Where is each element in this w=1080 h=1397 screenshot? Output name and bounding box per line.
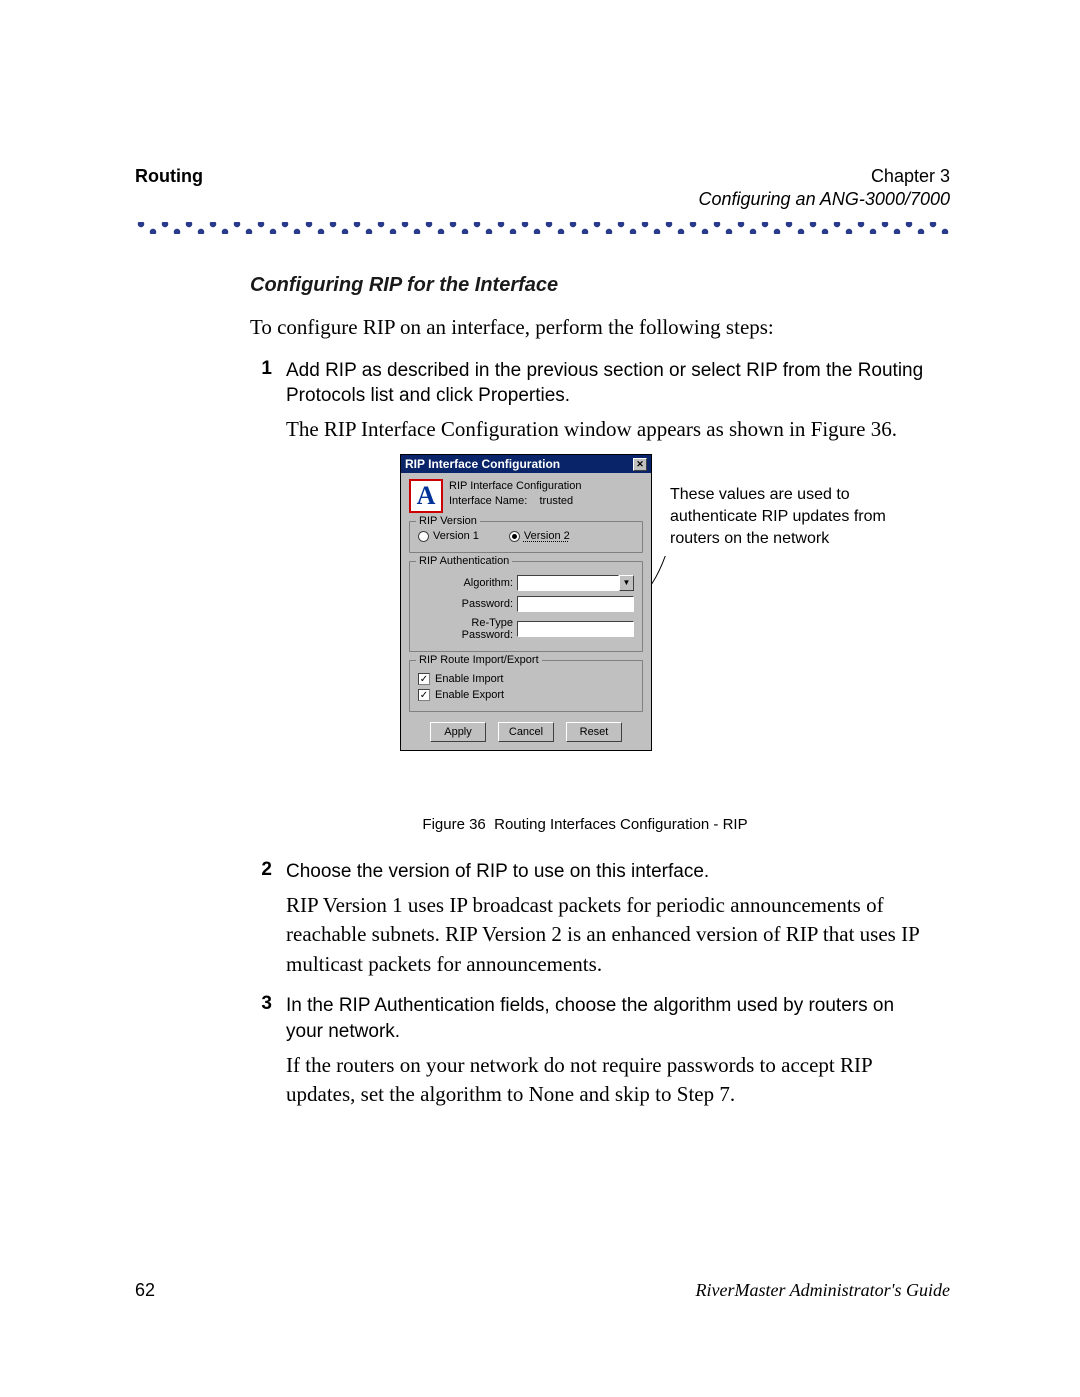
checkbox-label: Enable Import xyxy=(435,673,503,685)
password-label: Password: xyxy=(418,598,513,610)
figure-number: Figure 36 xyxy=(422,816,485,833)
step-1: 1 Add RIP as described in the previous s… xyxy=(250,358,950,445)
group-route-import-export: RIP Route Import/Export ✓ Enable Import … xyxy=(409,660,643,712)
group-rip-authentication: RIP Authentication Algorithm: ▼ Password… xyxy=(409,561,643,652)
checkbox-icon: ✓ xyxy=(418,689,430,701)
radio-label: Version 1 xyxy=(433,530,479,542)
page-number: 62 xyxy=(135,1280,155,1301)
interface-name-value: trusted xyxy=(540,495,574,507)
intro-text: To configure RIP on an interface, perfor… xyxy=(250,315,950,340)
step-description: The RIP Interface Configuration window a… xyxy=(286,415,926,444)
figure-caption: Figure 36 Routing Interfaces Configurati… xyxy=(250,816,920,833)
chapter-subtitle: Configuring an ANG-3000/7000 xyxy=(699,188,951,211)
radio-version-1[interactable]: Version 1 xyxy=(418,530,479,542)
algorithm-combo[interactable] xyxy=(517,575,619,591)
section-title: Configuring RIP for the Interface xyxy=(250,274,950,297)
close-icon[interactable]: ✕ xyxy=(633,458,647,471)
checkbox-enable-export[interactable]: ✓ Enable Export xyxy=(418,689,634,701)
chevron-down-icon[interactable]: ▼ xyxy=(619,575,634,591)
radio-icon xyxy=(509,531,520,542)
step-list-continued: 2 Choose the version of RIP to use on th… xyxy=(250,859,950,1109)
chapter-label: Chapter 3 xyxy=(699,165,951,188)
algorithm-label: Algorithm: xyxy=(418,577,513,589)
step-instruction: In the RIP Authentication fields, choose… xyxy=(286,993,926,1044)
step-2: 2 Choose the version of RIP to use on th… xyxy=(250,859,950,979)
reset-button[interactable]: Reset xyxy=(566,722,622,742)
header-section-name: Routing xyxy=(135,165,203,212)
step-instruction: Choose the version of RIP to use on this… xyxy=(286,859,926,885)
page: Routing Chapter 3 Configuring an ANG-300… xyxy=(0,0,1080,1397)
dialog-title-text: RIP Interface Configuration xyxy=(405,457,560,471)
page-footer: 62 RiverMaster Administrator's Guide xyxy=(135,1280,950,1301)
header-divider xyxy=(135,222,950,234)
checkbox-icon: ✓ xyxy=(418,673,430,685)
header-right: Chapter 3 Configuring an ANG-3000/7000 xyxy=(699,165,951,212)
dialog-titlebar: RIP Interface Configuration ✕ xyxy=(401,455,651,473)
page-header: Routing Chapter 3 Configuring an ANG-300… xyxy=(135,165,950,212)
dialog-header-block: A RIP Interface Configuration Interface … xyxy=(409,479,643,513)
step-number: 1 xyxy=(250,358,272,445)
retype-password-field[interactable] xyxy=(517,621,634,637)
app-logo-icon: A xyxy=(409,479,443,513)
group-route-legend: RIP Route Import/Export xyxy=(416,654,542,666)
cancel-button[interactable]: Cancel xyxy=(498,722,554,742)
checkbox-label: Enable Export xyxy=(435,689,504,701)
group-rip-version: RIP Version Version 1 Version 2 xyxy=(409,521,643,553)
radio-version-2[interactable]: Version 2 xyxy=(509,530,570,542)
apply-button[interactable]: Apply xyxy=(430,722,486,742)
figure-36: RIP Interface Configuration ✕ A RIP Inte… xyxy=(250,454,950,804)
dialog-subtitle: RIP Interface Configuration xyxy=(449,479,581,493)
step-description: RIP Version 1 uses IP broadcast packets … xyxy=(286,891,926,979)
group-auth-legend: RIP Authentication xyxy=(416,555,512,567)
radio-icon xyxy=(418,531,429,542)
figure-caption-text: Routing Interfaces Configuration - RIP xyxy=(494,816,747,833)
guide-title: RiverMaster Administrator's Guide xyxy=(695,1280,950,1301)
step-number: 3 xyxy=(250,993,272,1109)
callout-note: These values are used to authenticate RI… xyxy=(670,484,890,549)
step-number: 2 xyxy=(250,859,272,979)
step-instruction: Add RIP as described in the previous sec… xyxy=(286,358,926,409)
radio-label: Version 2 xyxy=(524,530,570,542)
step-3: 3 In the RIP Authentication fields, choo… xyxy=(250,993,950,1109)
callout-leader-line xyxy=(652,556,752,596)
step-description: If the routers on your network do not re… xyxy=(286,1051,926,1110)
step-list: 1 Add RIP as described in the previous s… xyxy=(250,358,950,445)
dialog-rip-interface: RIP Interface Configuration ✕ A RIP Inte… xyxy=(400,454,652,751)
checkbox-enable-import[interactable]: ✓ Enable Import xyxy=(418,673,634,685)
interface-name-label: Interface Name: xyxy=(449,495,527,507)
group-version-legend: RIP Version xyxy=(416,515,480,527)
password-field[interactable] xyxy=(517,596,634,612)
retype-password-label: Re-Type Password: xyxy=(418,617,513,641)
